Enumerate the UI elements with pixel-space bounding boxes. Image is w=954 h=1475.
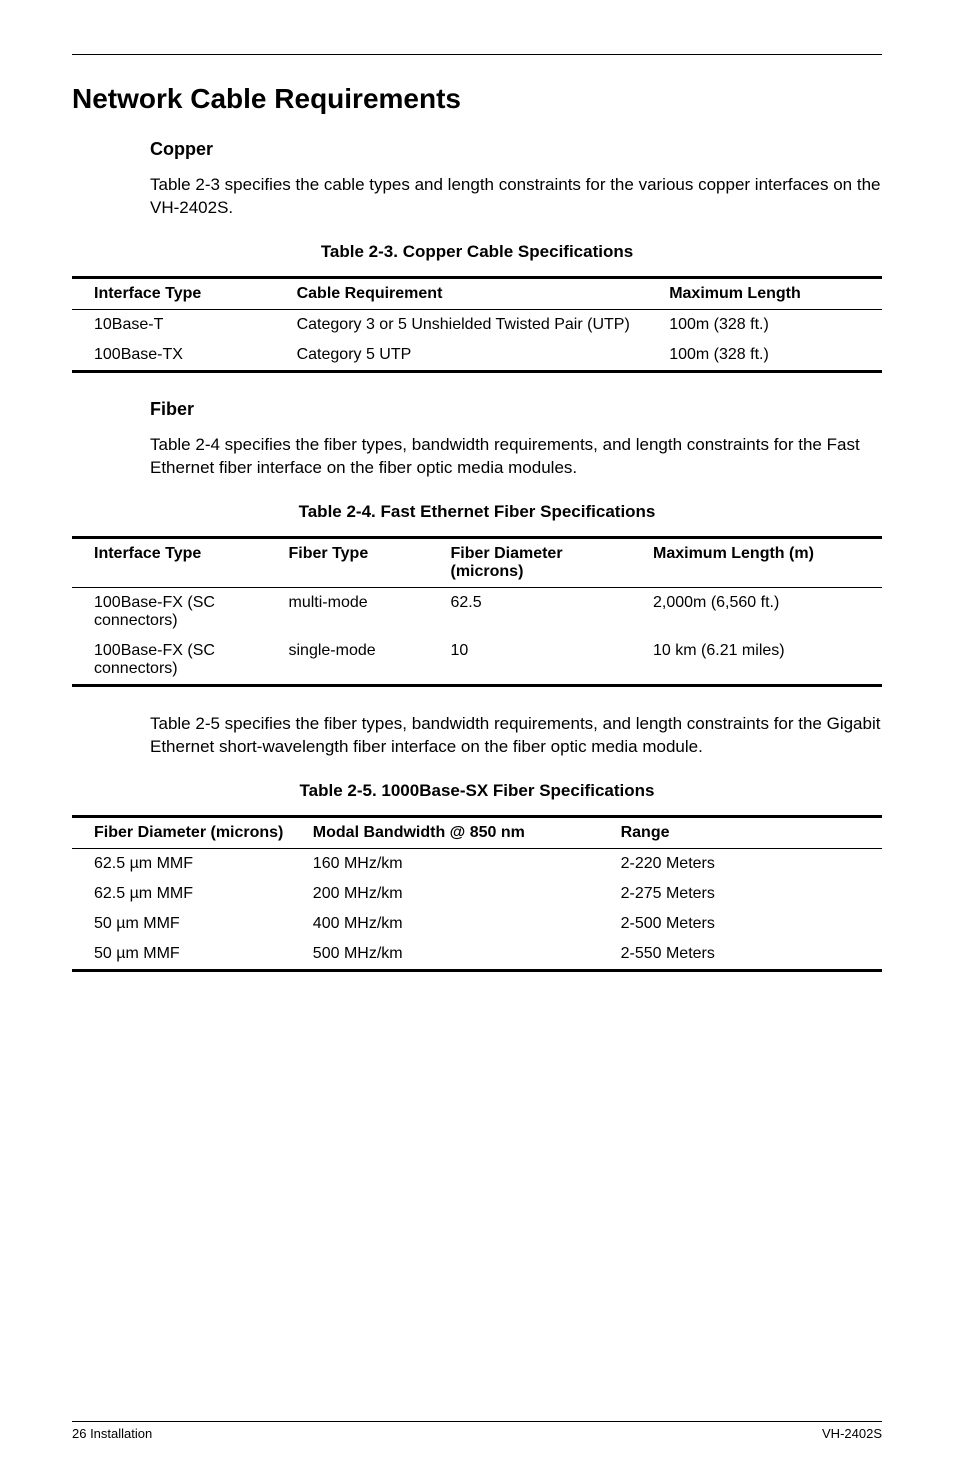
- cell: 100m (328 ft.): [655, 340, 882, 372]
- table-header-row: Interface Type Fiber Type Fiber Diameter…: [72, 537, 882, 587]
- table-header-row: Interface Type Cable Requirement Maximum…: [72, 277, 882, 309]
- table-header-row: Fiber Diameter (microns) Modal Bandwidth…: [72, 816, 882, 848]
- cell: single-mode: [275, 636, 437, 686]
- cell: 62.5 µm MMF: [72, 879, 299, 909]
- cell: 10: [437, 636, 640, 686]
- table-row: 100Base-FX (SC connectors) single-mode 1…: [72, 636, 882, 686]
- cell: 400 MHz/km: [299, 909, 607, 939]
- table-2-4-caption: Table 2-4. Fast Ethernet Fiber Specifica…: [72, 502, 882, 522]
- table-row: 10Base-T Category 3 or 5 Unshielded Twis…: [72, 309, 882, 340]
- table-row: 100Base-FX (SC connectors) multi-mode 62…: [72, 587, 882, 636]
- cell: 100m (328 ft.): [655, 309, 882, 340]
- footer-rule: [72, 1421, 882, 1422]
- cell: 100Base-FX (SC connectors): [72, 636, 275, 686]
- table-1000base-sx-fiber: Fiber Diameter (microns) Modal Bandwidth…: [72, 815, 882, 972]
- cell: 100Base-TX: [72, 340, 283, 372]
- cell: 50 µm MMF: [72, 939, 299, 971]
- cell: 100Base-FX (SC connectors): [72, 587, 275, 636]
- col-modal-bandwidth: Modal Bandwidth @ 850 nm: [299, 816, 607, 848]
- cell: Category 3 or 5 Unshielded Twisted Pair …: [283, 309, 656, 340]
- fiber-intro: Table 2-4 specifies the fiber types, ban…: [150, 434, 882, 480]
- cell: 50 µm MMF: [72, 909, 299, 939]
- col-interface-type: Interface Type: [72, 277, 283, 309]
- cell: 62.5 µm MMF: [72, 848, 299, 879]
- table-row: 100Base-TX Category 5 UTP 100m (328 ft.): [72, 340, 882, 372]
- col-fiber-diameter: Fiber Diameter (microns): [72, 816, 299, 848]
- fiber-heading: Fiber: [150, 399, 882, 420]
- col-interface-type: Interface Type: [72, 537, 275, 587]
- copper-heading: Copper: [150, 139, 882, 160]
- footer-right: VH-2402S: [822, 1426, 882, 1441]
- cell: 62.5: [437, 587, 640, 636]
- col-range: Range: [607, 816, 882, 848]
- cell: 200 MHz/km: [299, 879, 607, 909]
- table-row: 62.5 µm MMF 160 MHz/km 2-220 Meters: [72, 848, 882, 879]
- cell: 160 MHz/km: [299, 848, 607, 879]
- table-2-3-caption: Table 2-3. Copper Cable Specifications: [72, 242, 882, 262]
- table-copper-specs: Interface Type Cable Requirement Maximum…: [72, 276, 882, 373]
- table-row: 50 µm MMF 500 MHz/km 2-550 Meters: [72, 939, 882, 971]
- cell: 2,000m (6,560 ft.): [639, 587, 882, 636]
- col-maximum-length: Maximum Length: [655, 277, 882, 309]
- cell: multi-mode: [275, 587, 437, 636]
- cell: Category 5 UTP: [283, 340, 656, 372]
- cell: 2-220 Meters: [607, 848, 882, 879]
- cell: 2-275 Meters: [607, 879, 882, 909]
- section-title: Network Cable Requirements: [72, 83, 882, 115]
- cell: 2-500 Meters: [607, 909, 882, 939]
- top-rule: [72, 54, 882, 55]
- col-fiber-diameter: Fiber Diameter (microns): [437, 537, 640, 587]
- col-fiber-type: Fiber Type: [275, 537, 437, 587]
- footer-left: 26 Installation: [72, 1426, 152, 1441]
- fiber-intro-5: Table 2-5 specifies the fiber types, ban…: [150, 713, 882, 759]
- page-footer: 26 Installation VH-2402S: [72, 1421, 882, 1441]
- cell: 10 km (6.21 miles): [639, 636, 882, 686]
- col-cable-requirement: Cable Requirement: [283, 277, 656, 309]
- table-row: 62.5 µm MMF 200 MHz/km 2-275 Meters: [72, 879, 882, 909]
- cell: 2-550 Meters: [607, 939, 882, 971]
- table-row: 50 µm MMF 400 MHz/km 2-500 Meters: [72, 909, 882, 939]
- col-maximum-length: Maximum Length (m): [639, 537, 882, 587]
- cell: 10Base-T: [72, 309, 283, 340]
- copper-intro: Table 2-3 specifies the cable types and …: [150, 174, 882, 220]
- cell: 500 MHz/km: [299, 939, 607, 971]
- table-2-5-caption: Table 2-5. 1000Base-SX Fiber Specificati…: [72, 781, 882, 801]
- table-fast-ethernet-fiber: Interface Type Fiber Type Fiber Diameter…: [72, 536, 882, 687]
